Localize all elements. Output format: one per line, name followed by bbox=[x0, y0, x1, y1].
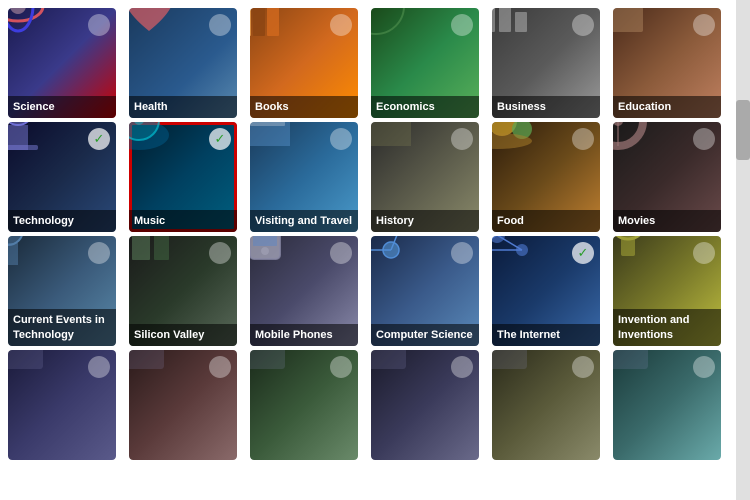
card-label-economics: Economics bbox=[371, 96, 479, 118]
card-label-visiting: Visiting and Travel bbox=[250, 210, 358, 232]
card-label-technology: Technology bbox=[8, 210, 116, 232]
category-card-row4b[interactable] bbox=[129, 350, 237, 460]
check-badge-technology: ✓ bbox=[88, 128, 110, 150]
category-card-food[interactable]: Food bbox=[492, 122, 600, 232]
circle-overlay-business bbox=[572, 14, 594, 36]
card-label-health: Health bbox=[129, 96, 237, 118]
category-card-row4d[interactable] bbox=[371, 350, 479, 460]
category-card-education[interactable]: Education bbox=[613, 8, 721, 118]
category-card-music[interactable]: ✓ Music bbox=[129, 122, 237, 232]
category-card-currentevents[interactable]: Current Events in Technology bbox=[8, 236, 116, 346]
card-label-history: History bbox=[371, 210, 479, 232]
category-card-history[interactable]: History bbox=[371, 122, 479, 232]
card-label-invention: Invention and Inventions bbox=[613, 309, 721, 346]
circle-overlay-computerscience bbox=[451, 242, 473, 264]
card-label-books: Books bbox=[250, 96, 358, 118]
category-card-internet[interactable]: ✓ The Internet bbox=[492, 236, 600, 346]
card-label-food: Food bbox=[492, 210, 600, 232]
circle-overlay-row4c bbox=[330, 356, 352, 378]
circle-overlay-visiting bbox=[330, 128, 352, 150]
circle-overlay-food bbox=[572, 128, 594, 150]
category-card-mobilephones[interactable]: Mobile Phones bbox=[250, 236, 358, 346]
category-card-books[interactable]: Books bbox=[250, 8, 358, 118]
category-card-health[interactable]: Health bbox=[129, 8, 237, 118]
category-card-computerscience[interactable]: Computer Science bbox=[371, 236, 479, 346]
category-card-invention[interactable]: Invention and Inventions bbox=[613, 236, 721, 346]
circle-overlay-education bbox=[693, 14, 715, 36]
circle-overlay-mobilephones bbox=[330, 242, 352, 264]
card-label-internet: The Internet bbox=[492, 324, 600, 346]
circle-overlay-health bbox=[209, 14, 231, 36]
circle-overlay-siliconvalley bbox=[209, 242, 231, 264]
circle-overlay-row4b bbox=[209, 356, 231, 378]
circle-overlay-history bbox=[451, 128, 473, 150]
category-card-row4c[interactable] bbox=[250, 350, 358, 460]
circle-overlay-science bbox=[88, 14, 110, 36]
circle-overlay-row4f bbox=[693, 356, 715, 378]
category-card-science[interactable]: Science bbox=[8, 8, 116, 118]
scrollbar-thumb[interactable] bbox=[736, 100, 750, 160]
category-card-row4f[interactable] bbox=[613, 350, 721, 460]
category-card-technology[interactable]: ✓ Technology bbox=[8, 122, 116, 232]
circle-overlay-row4a bbox=[88, 356, 110, 378]
circle-overlay-economics bbox=[451, 14, 473, 36]
category-card-siliconvalley[interactable]: Silicon Valley bbox=[129, 236, 237, 346]
card-label-siliconvalley: Silicon Valley bbox=[129, 324, 237, 346]
check-badge-internet: ✓ bbox=[572, 242, 594, 264]
circle-overlay-currentevents bbox=[88, 242, 110, 264]
card-label-currentevents: Current Events in Technology bbox=[8, 309, 116, 346]
card-label-science: Science bbox=[8, 96, 116, 118]
category-card-row4e[interactable] bbox=[492, 350, 600, 460]
main-page: Science Health Books Economics Business … bbox=[0, 0, 750, 500]
scrollbar-track[interactable] bbox=[736, 0, 750, 500]
card-label-business: Business bbox=[492, 96, 600, 118]
check-badge-music: ✓ bbox=[209, 128, 231, 150]
card-label-music: Music bbox=[129, 210, 237, 232]
category-grid: Science Health Books Economics Business … bbox=[0, 0, 750, 468]
circle-overlay-books bbox=[330, 14, 352, 36]
circle-overlay-row4e bbox=[572, 356, 594, 378]
card-label-computerscience: Computer Science bbox=[371, 324, 479, 346]
category-card-movies[interactable]: Movies bbox=[613, 122, 721, 232]
card-label-mobilephones: Mobile Phones bbox=[250, 324, 358, 346]
category-card-business[interactable]: Business bbox=[492, 8, 600, 118]
card-label-education: Education bbox=[613, 96, 721, 118]
circle-overlay-invention bbox=[693, 242, 715, 264]
category-card-visiting[interactable]: Visiting and Travel bbox=[250, 122, 358, 232]
circle-overlay-movies bbox=[693, 128, 715, 150]
category-card-row4a[interactable] bbox=[8, 350, 116, 460]
card-label-movies: Movies bbox=[613, 210, 721, 232]
circle-overlay-row4d bbox=[451, 356, 473, 378]
category-card-economics[interactable]: Economics bbox=[371, 8, 479, 118]
